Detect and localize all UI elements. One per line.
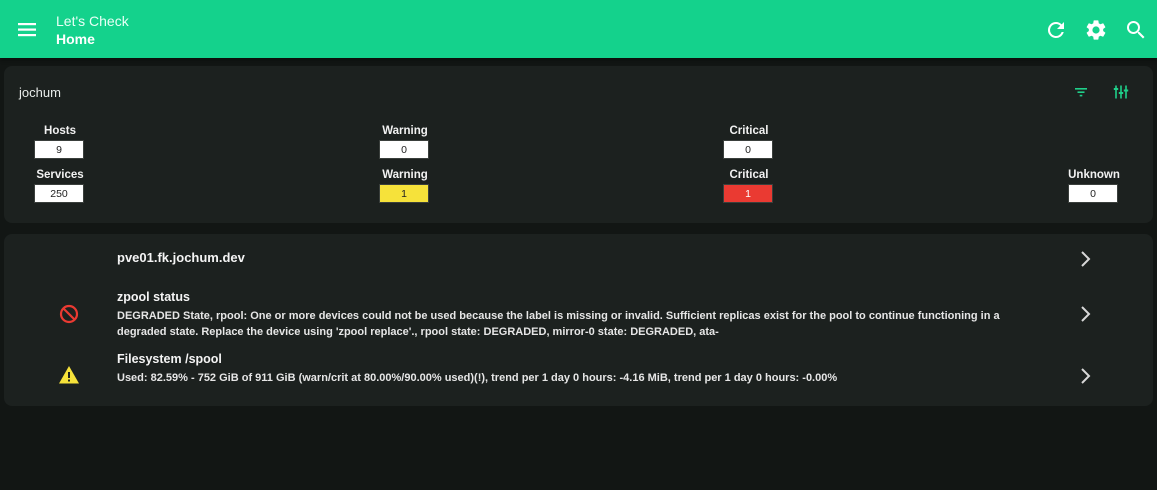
settings-button[interactable] (1084, 18, 1108, 42)
warning-icon (59, 366, 79, 384)
app-bar: Let's Check Home (0, 0, 1157, 58)
service-output: Used: 82.59% - 752 GiB of 911 GiB (warn/… (117, 372, 838, 384)
host-row[interactable]: pve01.fk.jochum.dev (4, 244, 1153, 274)
host-card: pve01.fk.jochum.dev zpool status DEGRADE… (4, 234, 1153, 406)
services-stat: Services 250 (34, 168, 86, 203)
services-critical-stat: Critical 1 (723, 168, 775, 203)
app-title: Let's Check (56, 13, 129, 29)
refresh-icon (1047, 21, 1064, 38)
hosts-critical-label: Critical (729, 125, 769, 137)
service-title: Filesystem /spool (117, 352, 222, 366)
refresh-button[interactable] (1044, 18, 1068, 42)
page-title: Home (56, 31, 95, 47)
hosts-label: Hosts (44, 125, 76, 137)
title-block: Let's Check Home (56, 12, 129, 48)
settings-icon (1086, 20, 1106, 40)
service-row[interactable]: Filesystem /spool Used: 82.59% - 752 GiB… (4, 352, 1153, 392)
menu-icon (18, 23, 36, 37)
hosts-warning-label: Warning (382, 125, 428, 137)
chevron-right-icon (1081, 251, 1091, 267)
services-unknown-count[interactable]: 0 (1068, 184, 1118, 203)
hosts-count[interactable]: 9 (34, 140, 84, 159)
services-critical-label: Critical (729, 169, 769, 181)
filter-button[interactable] (1073, 84, 1089, 100)
service-output: DEGRADED State, rpool: One or more devic… (117, 310, 1000, 338)
services-critical-count[interactable]: 1 (723, 184, 773, 203)
hosts-warning-stat: Warning 0 (379, 124, 431, 159)
services-count[interactable]: 250 (34, 184, 84, 203)
hosts-stat: Hosts 9 (34, 124, 86, 159)
hosts-critical-count[interactable]: 0 (723, 140, 773, 159)
services-warning-stat: Warning 1 (379, 168, 431, 203)
host-name: pve01.fk.jochum.dev (117, 250, 245, 265)
search-icon (1127, 21, 1145, 39)
chevron-right-icon (1081, 368, 1091, 384)
chevron-right-icon (1081, 306, 1091, 322)
services-warning-count[interactable]: 1 (379, 184, 429, 203)
hosts-critical-stat: Critical 0 (723, 124, 775, 159)
services-unknown-stat: Unknown 0 (1068, 168, 1120, 203)
service-row[interactable]: zpool status DEGRADED State, rpool: One … (4, 290, 1153, 342)
columns-button[interactable] (1113, 84, 1129, 100)
site-name: jochum (19, 85, 61, 100)
services-label: Services (36, 169, 84, 181)
hosts-warning-count[interactable]: 0 (379, 140, 429, 159)
services-unknown-label: Unknown (1068, 169, 1120, 181)
services-warning-label: Warning (382, 169, 428, 181)
menu-button[interactable] (14, 18, 42, 42)
filter-icon (1075, 88, 1087, 97)
search-button[interactable] (1124, 18, 1148, 42)
tune-icon (1113, 85, 1129, 99)
block-icon (59, 304, 79, 324)
site-summary-card: jochum Hosts 9 Warning 0 Critical 0 Serv… (4, 66, 1153, 223)
service-title: zpool status (117, 290, 190, 304)
